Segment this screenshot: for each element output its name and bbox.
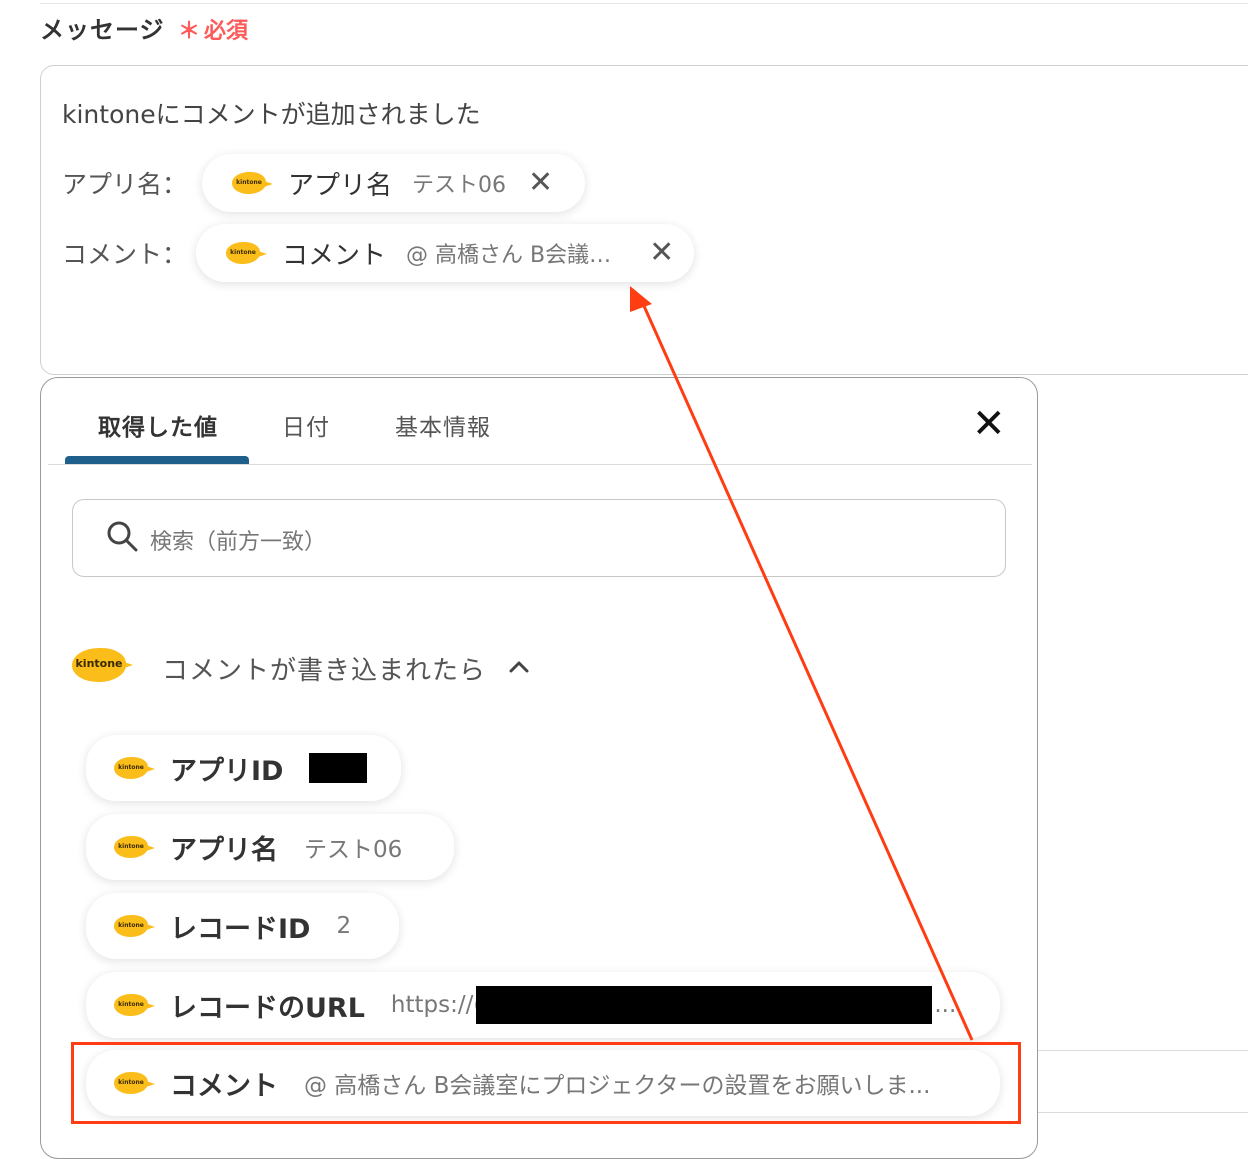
arrow-head xyxy=(630,286,652,312)
annotation-arrow xyxy=(630,286,974,1041)
